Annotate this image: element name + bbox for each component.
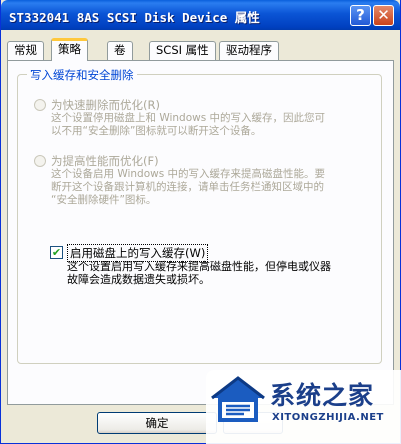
tab-volume[interactable]: 卷 xyxy=(107,41,133,60)
title-bar[interactable]: ST332041 8AS SCSI Disk Device 属性 ? ✕ xyxy=(1,0,400,30)
enable-write-cache-checkbox[interactable]: ✔ xyxy=(50,246,63,259)
ok-button[interactable]: 确定 xyxy=(97,412,217,434)
tab-driver[interactable]: 驱动程序 xyxy=(219,41,279,60)
quick-removal-desc-line: 以不用“安全删除”图标就可以断开这个设备。 xyxy=(51,125,262,137)
enable-write-cache-description: 这个设置启用写入缓存来提高磁盘性能，但停电或仪器 故障会造成数据遗失或损坏。 xyxy=(67,260,331,286)
quick-removal-label[interactable]: 为快速删除而优化(R) xyxy=(51,97,160,113)
write-cache-desc-line: 故障会造成数据遗失或损坏。 xyxy=(67,273,210,286)
quick-removal-radio[interactable] xyxy=(34,99,46,111)
tab-scsi-properties[interactable]: SCSI 属性 xyxy=(149,41,216,60)
quick-removal-desc-line: 这个设置停用磁盘上和 Windows 中的写入缓存，因此您可 xyxy=(51,112,326,124)
tab-general[interactable]: 常规 xyxy=(7,41,44,60)
performance-description: 这个设备启用 Windows 中的写入缓存来提高磁盘性能。要 断开这个设备跟计算… xyxy=(51,168,325,207)
write-cache-desc-line: 这个设置启用写入缓存来提高磁盘性能，但停电或仪器 xyxy=(67,260,331,273)
performance-desc-line: 断开这个设备跟计算机的连接，请单击任务栏通知区域中的 xyxy=(51,181,324,193)
groupbox-legend: 写入缓存和安全删除 xyxy=(27,67,137,83)
quick-removal-description: 这个设置停用磁盘上和 Windows 中的写入缓存，因此您可 以不用“安全删除”… xyxy=(51,112,325,138)
performance-desc-line: 这个设备启用 Windows 中的写入缓存来提高磁盘性能。要 xyxy=(51,168,326,180)
site-watermark: 系统之家 XITONGZHIJIA.NET xyxy=(206,370,401,444)
watermark-url: XITONGZHIJIA.NET xyxy=(272,412,384,423)
properties-window: ST332041 8AS SCSI Disk Device 属性 ? ✕ 常规 … xyxy=(0,0,401,444)
performance-desc-line: “安全删除硬件”图标。 xyxy=(51,194,157,206)
tab-policy[interactable]: 策略 xyxy=(51,38,88,61)
performance-label[interactable]: 为提高性能而优化(F) xyxy=(51,153,159,169)
window-title: ST332041 8AS SCSI Disk Device 属性 xyxy=(9,10,260,25)
performance-radio[interactable] xyxy=(34,155,46,167)
help-button[interactable]: ? xyxy=(350,5,371,26)
house-logo-icon xyxy=(211,376,265,422)
close-button[interactable]: ✕ xyxy=(373,5,394,26)
watermark-site-name: 系统之家 xyxy=(270,381,375,410)
